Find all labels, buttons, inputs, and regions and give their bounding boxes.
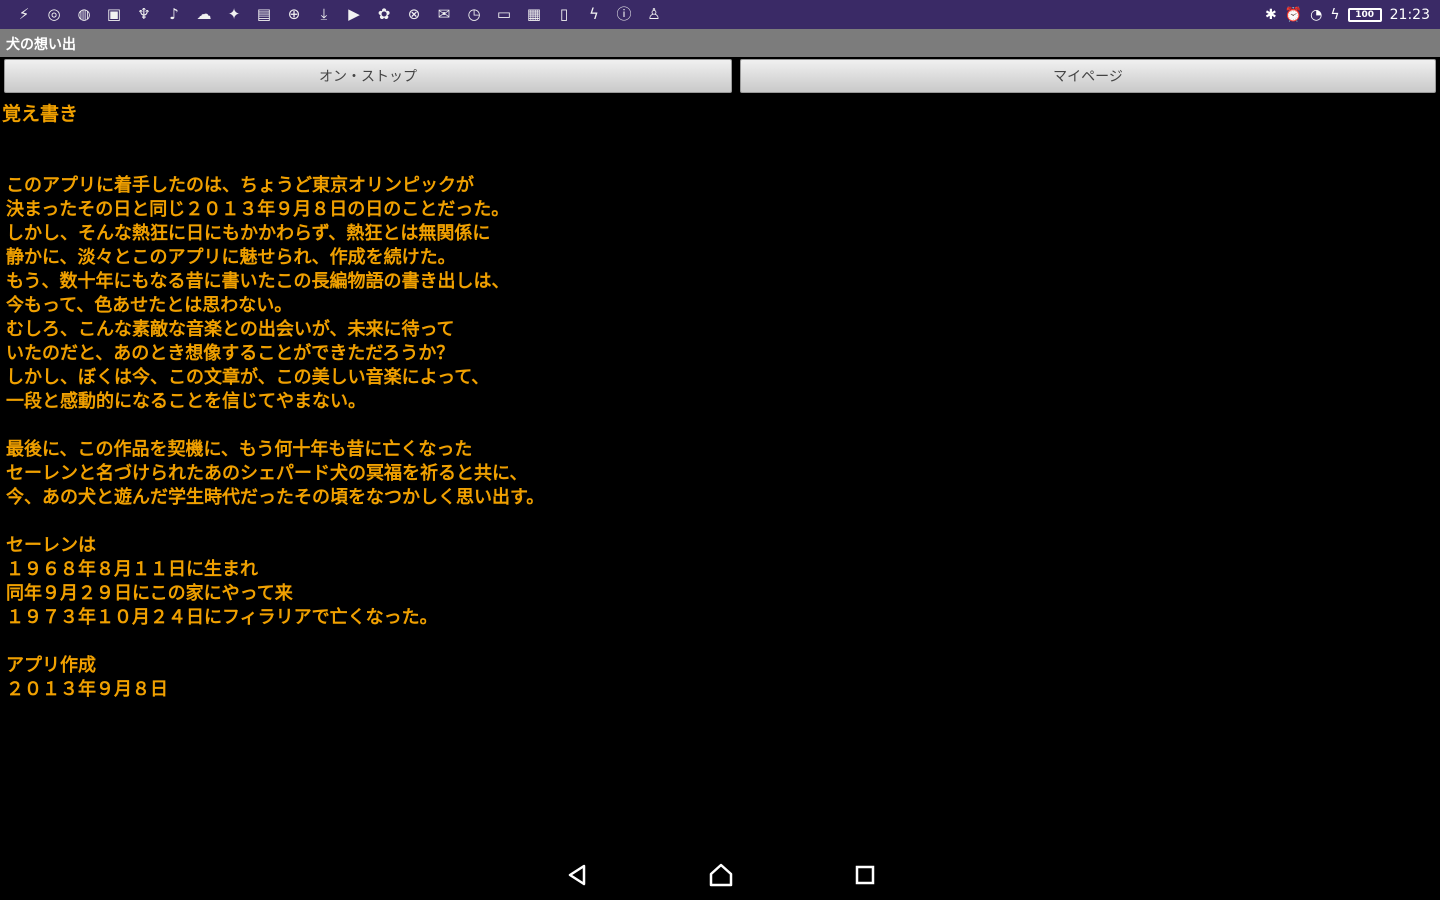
- clock-time: 21:23: [1389, 6, 1430, 23]
- memo-heading: 覚え書き: [2, 103, 79, 125]
- usb-debug-icon: ♆: [137, 5, 151, 23]
- gallery-icon: ▣: [106, 5, 122, 23]
- flash-icon: ϟ: [589, 5, 599, 23]
- message-icon: ▭: [496, 5, 512, 23]
- home-icon: [709, 863, 733, 887]
- my-page-button[interactable]: マイページ: [740, 59, 1436, 93]
- on-stop-button[interactable]: オン・ストップ: [4, 59, 732, 93]
- memo-paragraph-created: アプリ作成 ２０１３年９月８日: [6, 655, 168, 700]
- earth-icon: ⊗: [407, 5, 421, 23]
- recent-apps-button[interactable]: [850, 862, 880, 888]
- alarm-icon: ⏰: [1284, 6, 1303, 23]
- back-icon: [568, 864, 586, 886]
- mail-icon: ✉: [437, 5, 451, 23]
- settings-icon: ✿: [377, 5, 391, 23]
- info-icon: ⓘ: [616, 5, 632, 23]
- tablet-icon: ▯: [559, 5, 569, 23]
- download-circle-icon: ⊕: [287, 5, 301, 23]
- memo-paragraph-dog-life: セーレンは １９６８年８月１１日に生まれ 同年９月２９日にこの家にやって来 １９…: [6, 535, 438, 628]
- youtube-icon: ▶: [348, 5, 360, 23]
- wifi-icon: ◔: [1310, 6, 1323, 23]
- navigation-bar: [0, 850, 1440, 900]
- memo-paragraph-origin: このアプリに着手したのは、ちょうど東京オリンピックが 決まったその日と同じ２０１…: [6, 175, 510, 412]
- back-button[interactable]: [562, 862, 592, 888]
- hand-icon: ♙: [647, 5, 661, 23]
- mic-icon: ♪: [169, 5, 179, 23]
- home-button[interactable]: [706, 862, 736, 888]
- usb-icon: ⚡: [18, 5, 30, 23]
- memo-paragraph-tribute: 最後に、この作品を契機に、もう何十年も昔に亡くなった セーレンと名づけられたあの…: [6, 439, 545, 508]
- picture-icon: ▤: [256, 5, 272, 23]
- charging-icon: ϟ: [1330, 6, 1340, 23]
- battery-icon: 100: [1347, 7, 1382, 22]
- recent-apps-icon: [855, 865, 875, 885]
- app-title-bar: 犬の想い出: [0, 29, 1440, 57]
- system-status: ✱ ⏰ ◔ ϟ 100 21:23: [1265, 7, 1440, 23]
- twitter-icon: ✦: [227, 5, 241, 23]
- clock-icon: ◷: [467, 5, 481, 23]
- photo-icon: ▦: [526, 5, 542, 23]
- status-bar: ⚡ ◎ ◍ ▣ ♆ ♪ ☁ ✦ ▤ ⊕ ⤓ ▶ ✿ ⊗ ✉ ◷ ▭ ▦ ▯ ϟ …: [0, 0, 1440, 29]
- bluetooth-icon: ✱: [1265, 6, 1277, 23]
- notification-icons: ⚡ ◎ ◍ ▣ ♆ ♪ ☁ ✦ ▤ ⊕ ⤓ ▶ ✿ ⊗ ✉ ◷ ▭ ▦ ▯ ϟ …: [0, 5, 666, 25]
- chrome-icon: ◎: [47, 5, 61, 23]
- cloud-icon: ☁: [196, 5, 212, 23]
- globe-icon: ◍: [77, 5, 91, 23]
- download-icon: ⤓: [320, 5, 328, 23]
- app-title: 犬の想い出: [6, 37, 76, 53]
